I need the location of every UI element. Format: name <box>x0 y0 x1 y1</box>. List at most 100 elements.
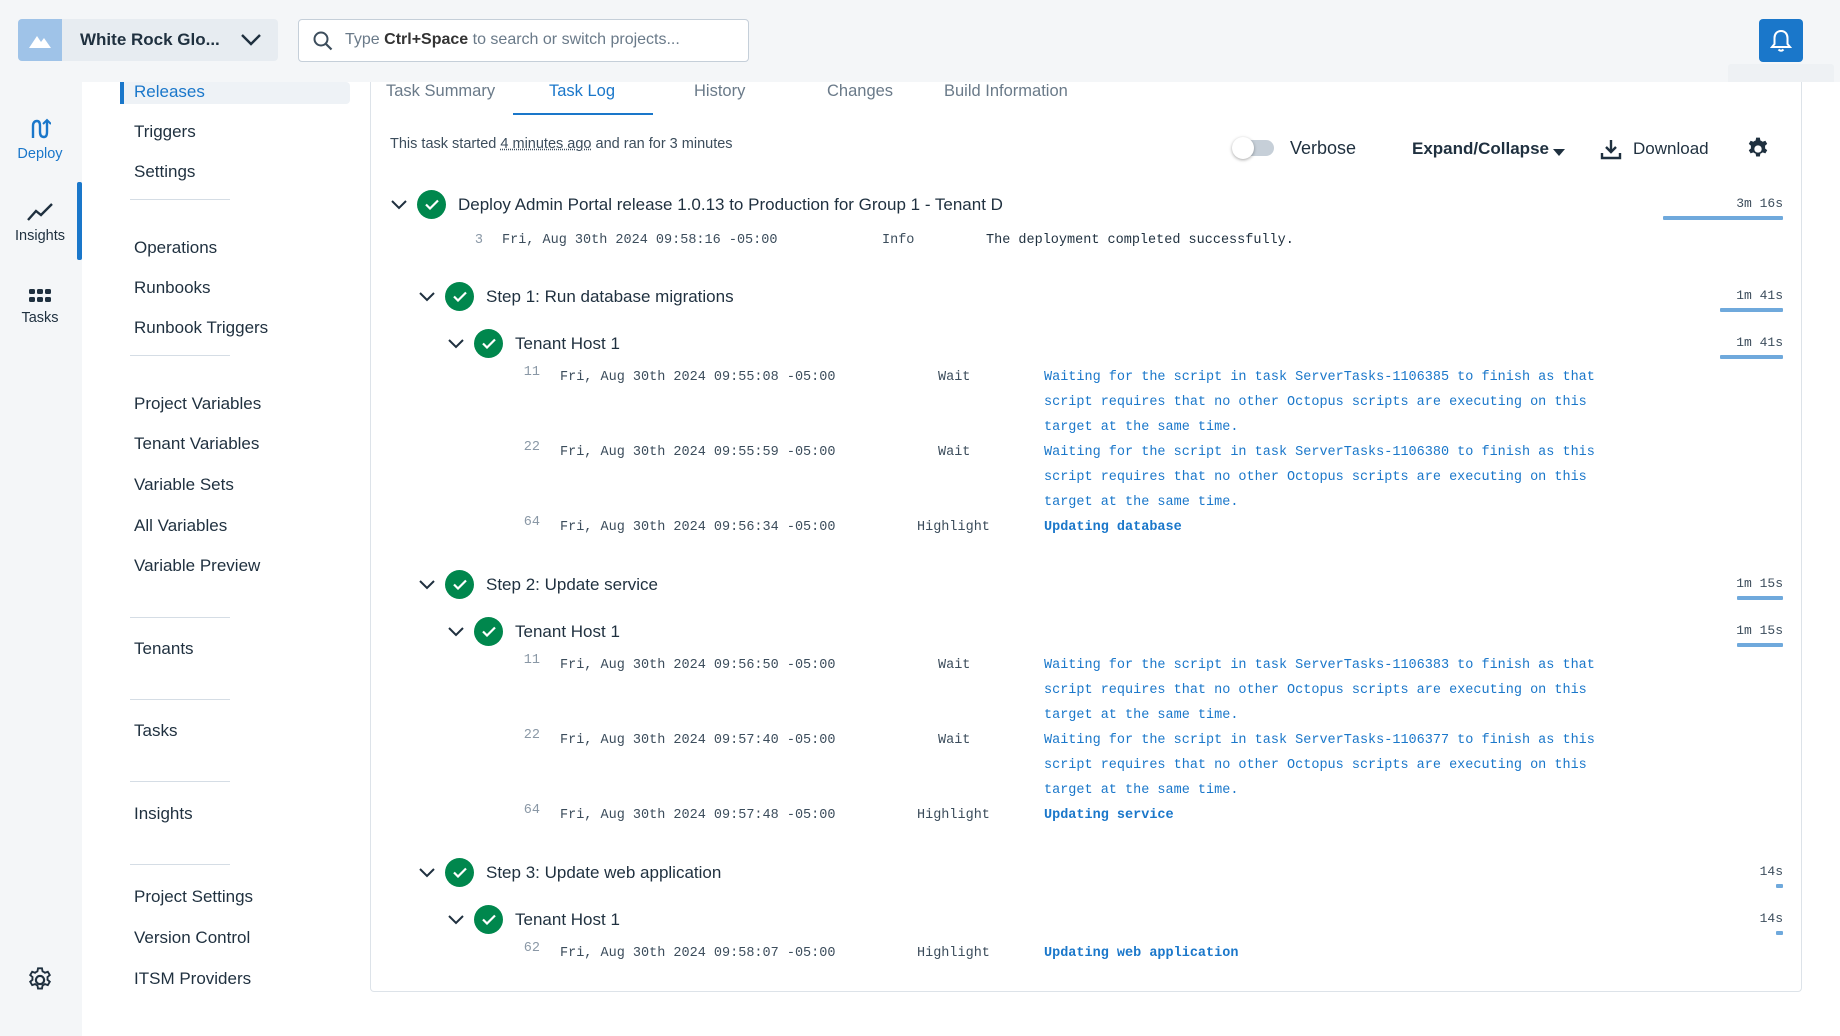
space-switcher[interactable]: White Rock Glo... <box>18 19 278 61</box>
sidebar-item-triggers[interactable]: Triggers <box>134 122 196 142</box>
chevron-down-icon[interactable] <box>447 623 465 641</box>
rail-deploy[interactable]: Deploy <box>0 118 80 162</box>
success-check-icon <box>417 190 446 219</box>
log-root-title: Deploy Admin Portal release 1.0.13 to Pr… <box>458 195 1003 215</box>
success-check-icon <box>474 329 503 358</box>
sidebar-item-runbooks[interactable]: Runbooks <box>134 278 211 298</box>
task-started-ago[interactable]: 4 minutes ago <box>500 136 591 152</box>
log-step-title: Step 3: Update web application <box>486 863 721 883</box>
sidebar-divider <box>130 781 230 782</box>
left-rail: Deploy Insights Tasks <box>0 82 82 1036</box>
verbose-label: Verbose <box>1290 138 1356 159</box>
sidebar-item-all-variables[interactable]: All Variables <box>134 516 227 536</box>
chevron-down-icon[interactable] <box>447 335 465 353</box>
duration-bar <box>1737 596 1783 600</box>
tab-history[interactable]: History <box>694 82 745 101</box>
sidebar-item-runbook-triggers[interactable]: Runbook Triggers <box>134 318 268 338</box>
log-step-title: Step 2: Update service <box>486 575 658 595</box>
rail-insights-label: Insights <box>15 228 65 244</box>
chevron-down-icon[interactable] <box>418 288 436 306</box>
log-host-row[interactable]: Tenant Host 1 <box>447 329 620 358</box>
log-step-2-row[interactable]: Step 2: Update service <box>418 570 658 599</box>
duration-bar <box>1737 643 1783 647</box>
step-duration: 1m 15s <box>1661 576 1783 591</box>
sidebar-item-itsm-providers[interactable]: ITSM Providers <box>134 969 251 989</box>
sidebar-item-operations[interactable]: Operations <box>134 238 217 258</box>
bell-icon <box>1770 29 1792 53</box>
tab-build-information[interactable]: Build Information <box>944 82 1068 101</box>
search-icon <box>313 31 333 51</box>
rail-tasks-label: Tasks <box>21 310 58 326</box>
sidebar-item-settings[interactable]: Settings <box>134 162 195 182</box>
sidebar-item-variable-sets[interactable]: Variable Sets <box>134 475 234 495</box>
top-bar: White Rock Glo... Type Ctrl+Space to sea… <box>0 0 1840 82</box>
log-step-3-row[interactable]: Step 3: Update web application <box>418 858 721 887</box>
step-duration: 14s <box>1661 864 1783 879</box>
log-host-row[interactable]: Tenant Host 1 <box>447 905 620 934</box>
rail-deploy-label: Deploy <box>17 146 62 162</box>
caret-down-icon[interactable] <box>1552 145 1566 163</box>
tab-task-summary[interactable]: Task Summary <box>386 82 495 101</box>
step-duration: 1m 41s <box>1661 288 1783 303</box>
task-started-text: This task started 4 minutes ago and ran … <box>390 136 733 152</box>
download-icon[interactable] <box>1600 138 1622 165</box>
tab-changes[interactable]: Changes <box>827 82 893 101</box>
chevron-down-icon[interactable] <box>240 33 262 47</box>
chevron-down-icon[interactable] <box>418 576 436 594</box>
sidebar-divider <box>130 864 230 865</box>
success-check-icon <box>474 905 503 934</box>
insights-icon <box>27 202 53 222</box>
log-root-row[interactable]: Deploy Admin Portal release 1.0.13 to Pr… <box>390 190 1003 219</box>
sidebar-divider <box>130 699 230 700</box>
chevron-down-icon[interactable] <box>390 196 408 214</box>
active-tab-indicator <box>513 113 653 115</box>
chevron-down-icon[interactable] <box>447 911 465 929</box>
sidebar-item-tenants[interactable]: Tenants <box>134 639 194 659</box>
download-button[interactable]: Download <box>1633 139 1709 159</box>
sidebar-item-insights[interactable]: Insights <box>134 804 193 824</box>
expand-collapse-button[interactable]: Expand/Collapse <box>1412 139 1549 159</box>
log-root-duration: 3m 16s <box>1661 196 1783 211</box>
host-duration: 14s <box>1661 911 1783 926</box>
duration-bar <box>1720 355 1783 359</box>
chevron-down-icon[interactable] <box>418 864 436 882</box>
rail-tasks[interactable]: Tasks <box>0 288 80 326</box>
host-duration: 1m 41s <box>1661 335 1783 350</box>
task-card: Task Summary Task Log History Changes Bu… <box>370 82 1802 992</box>
sidebar-item-tenant-variables[interactable]: Tenant Variables <box>134 434 259 454</box>
sidebar-item-variable-preview[interactable]: Variable Preview <box>134 556 260 576</box>
log-host-title: Tenant Host 1 <box>515 910 620 930</box>
notifications-button[interactable] <box>1759 19 1803 62</box>
sidebar-item-version-control[interactable]: Version Control <box>134 928 250 948</box>
sidebar-divider <box>130 617 230 618</box>
search-box[interactable]: Type Ctrl+Space to search or switch proj… <box>298 19 749 62</box>
sidebar-item-project-variables[interactable]: Project Variables <box>134 394 261 414</box>
log-step-title: Step 1: Run database migrations <box>486 287 734 307</box>
success-check-icon <box>445 570 474 599</box>
mountain-icon <box>28 31 52 49</box>
log-step-1-row[interactable]: Step 1: Run database migrations <box>418 282 734 311</box>
duration-bar <box>1663 216 1783 220</box>
rail-insights[interactable]: Insights <box>0 202 80 244</box>
gear-icon[interactable] <box>1745 136 1771 167</box>
tasks-icon <box>28 288 52 304</box>
sidebar-item-project-settings[interactable]: Project Settings <box>134 887 253 907</box>
sidebar-divider <box>130 355 230 356</box>
log-host-title: Tenant Host 1 <box>515 334 620 354</box>
duration-bar <box>1776 931 1783 935</box>
deploy-icon <box>29 118 51 140</box>
sidebar-item-releases[interactable]: Releases <box>120 82 350 104</box>
success-check-icon <box>445 282 474 311</box>
sidebar-item-tasks[interactable]: Tasks <box>134 721 177 741</box>
log-host-row[interactable]: Tenant Host 1 <box>447 617 620 646</box>
duration-bar <box>1720 308 1783 312</box>
search-input[interactable] <box>343 32 723 50</box>
space-name: White Rock Glo... <box>80 30 230 50</box>
settings-gear-icon[interactable] <box>26 966 54 999</box>
sidebar-divider <box>130 199 230 200</box>
sidebar-item-label: Releases <box>134 82 205 102</box>
success-check-icon <box>445 858 474 887</box>
tab-task-log[interactable]: Task Log <box>549 82 615 101</box>
duration-bar <box>1776 884 1783 888</box>
verbose-toggle[interactable] <box>1234 140 1274 156</box>
